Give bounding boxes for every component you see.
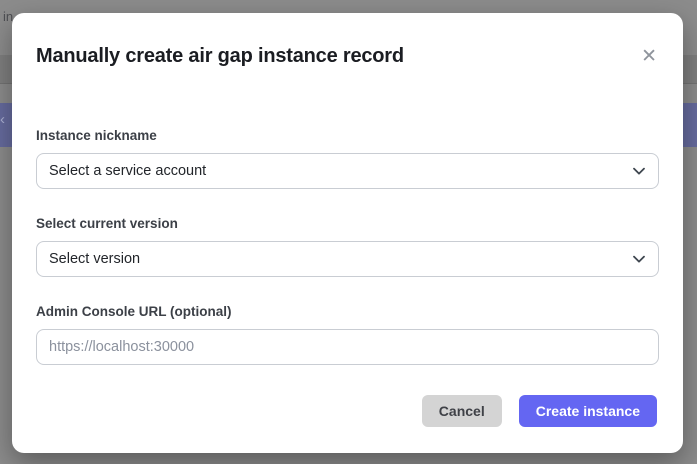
background-row-marker: ‹ [0,112,5,128]
service-account-select-value: Select a service account [49,163,206,179]
field-instance-nickname: Instance nickname Select a service accou… [36,128,659,189]
create-instance-button[interactable]: Create instance [519,395,657,427]
modal-title: Manually create air gap instance record [36,43,404,69]
create-air-gap-instance-modal: Manually create air gap instance record … [12,13,683,453]
chevron-down-icon [633,168,645,176]
modal-header: Manually create air gap instance record … [36,43,659,69]
close-icon[interactable]: ✕ [641,47,657,66]
modal-footer: Cancel Create instance [422,395,657,427]
service-account-select[interactable]: Select a service account [36,153,659,189]
field-admin-console-url: Admin Console URL (optional) [36,304,659,365]
admin-console-url-input[interactable] [36,329,659,365]
current-version-label: Select current version [36,216,659,231]
field-current-version: Select current version Select version [36,216,659,277]
chevron-down-icon [633,256,645,264]
cancel-button[interactable]: Cancel [422,395,502,427]
modal-form: Instance nickname Select a service accou… [36,128,659,365]
version-select[interactable]: Select version [36,241,659,277]
instance-nickname-label: Instance nickname [36,128,659,143]
version-select-value: Select version [49,251,140,267]
admin-console-url-label: Admin Console URL (optional) [36,304,659,319]
